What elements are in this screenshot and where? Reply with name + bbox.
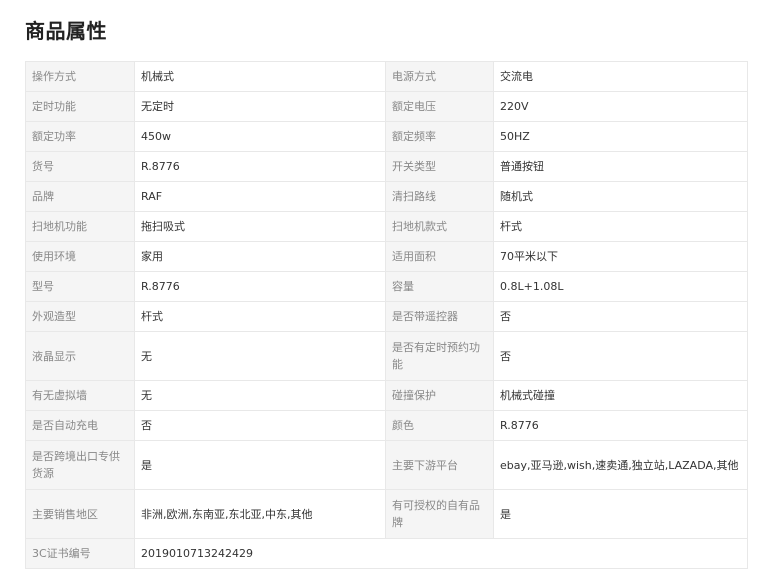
attr-value: 机械式碰撞 bbox=[493, 380, 748, 411]
table-row: 定时功能 无定时 额定电压 220V bbox=[25, 91, 748, 122]
attr-key: 容量 bbox=[385, 271, 494, 302]
attr-value: RAF bbox=[134, 181, 386, 212]
attr-value: R.8776 bbox=[134, 151, 386, 182]
attr-value: 否 bbox=[134, 410, 386, 441]
attr-value: 拖扫吸式 bbox=[134, 211, 386, 242]
table-row: 操作方式 机械式 电源方式 交流电 bbox=[25, 61, 748, 92]
attr-key: 适用面积 bbox=[385, 241, 494, 272]
attr-value: R.8776 bbox=[134, 271, 386, 302]
attr-value: 是 bbox=[134, 440, 386, 490]
attr-value: 杆式 bbox=[134, 301, 386, 332]
attr-key: 主要销售地区 bbox=[25, 489, 135, 539]
table-row: 液晶显示 无 是否有定时预约功能 否 bbox=[25, 331, 748, 381]
attr-key: 额定功率 bbox=[25, 121, 135, 152]
attr-value: 家用 bbox=[134, 241, 386, 272]
attr-key: 液晶显示 bbox=[25, 331, 135, 381]
table-row: 品牌 RAF 清扫路线 随机式 bbox=[25, 181, 748, 212]
attr-value: 随机式 bbox=[493, 181, 748, 212]
attributes-table: 操作方式 机械式 电源方式 交流电 定时功能 无定时 额定电压 220V 额定功… bbox=[25, 61, 748, 569]
attr-value: 普通按钮 bbox=[493, 151, 748, 182]
table-row: 是否自动充电 否 颜色 R.8776 bbox=[25, 410, 748, 441]
attr-key: 颜色 bbox=[385, 410, 494, 441]
attr-key: 使用环境 bbox=[25, 241, 135, 272]
attr-value: 0.8L+1.08L bbox=[493, 271, 748, 302]
attr-value: 否 bbox=[493, 301, 748, 332]
table-row: 额定功率 450w 额定频率 50HZ bbox=[25, 121, 748, 152]
attr-key: 碰撞保护 bbox=[385, 380, 494, 411]
attr-value: 50HZ bbox=[493, 121, 748, 152]
attr-key: 操作方式 bbox=[25, 61, 135, 92]
attr-value: 220V bbox=[493, 91, 748, 122]
attr-value: 无定时 bbox=[134, 91, 386, 122]
attr-key: 开关类型 bbox=[385, 151, 494, 182]
attr-value: 交流电 bbox=[493, 61, 748, 92]
table-row: 货号 R.8776 开关类型 普通按钮 bbox=[25, 151, 748, 182]
attr-key: 是否带遥控器 bbox=[385, 301, 494, 332]
table-row: 使用环境 家用 适用面积 70平米以下 bbox=[25, 241, 748, 272]
section-title: 商品属性 bbox=[25, 19, 107, 43]
attr-key: 定时功能 bbox=[25, 91, 135, 122]
attr-key: 型号 bbox=[25, 271, 135, 302]
attr-value: 非洲,欧洲,东南亚,东北亚,中东,其他 bbox=[134, 489, 386, 539]
attr-value: 70平米以下 bbox=[493, 241, 748, 272]
attr-key: 品牌 bbox=[25, 181, 135, 212]
attr-key: 额定频率 bbox=[385, 121, 494, 152]
attr-key: 外观造型 bbox=[25, 301, 135, 332]
attr-key: 是否有定时预约功能 bbox=[385, 331, 494, 381]
attr-value: 无 bbox=[134, 380, 386, 411]
attr-value: ebay,亚马逊,wish,速卖通,独立站,LAZADA,其他 bbox=[493, 440, 748, 490]
table-row: 型号 R.8776 容量 0.8L+1.08L bbox=[25, 271, 748, 302]
attr-key: 电源方式 bbox=[385, 61, 494, 92]
attr-value: 450w bbox=[134, 121, 386, 152]
table-row: 有无虚拟墙 无 碰撞保护 机械式碰撞 bbox=[25, 380, 748, 411]
attr-value: 是 bbox=[493, 489, 748, 539]
attr-key: 是否跨境出口专供货源 bbox=[25, 440, 135, 490]
attr-key: 有无虚拟墙 bbox=[25, 380, 135, 411]
attr-key: 扫地机款式 bbox=[385, 211, 494, 242]
table-row: 是否跨境出口专供货源 是 主要下游平台 ebay,亚马逊,wish,速卖通,独立… bbox=[25, 440, 748, 490]
attr-key: 扫地机功能 bbox=[25, 211, 135, 242]
table-row: 3C证书编号 2019010713242429 bbox=[25, 538, 748, 569]
attr-value: 否 bbox=[493, 331, 748, 381]
attr-value: 2019010713242429 bbox=[134, 538, 748, 569]
attr-key: 3C证书编号 bbox=[25, 538, 135, 569]
table-row: 主要销售地区 非洲,欧洲,东南亚,东北亚,中东,其他 有可授权的自有品牌 是 bbox=[25, 489, 748, 539]
attr-key: 主要下游平台 bbox=[385, 440, 494, 490]
attr-key: 有可授权的自有品牌 bbox=[385, 489, 494, 539]
attr-key: 额定电压 bbox=[385, 91, 494, 122]
table-row: 外观造型 杆式 是否带遥控器 否 bbox=[25, 301, 748, 332]
attr-value: R.8776 bbox=[493, 410, 748, 441]
attr-value: 无 bbox=[134, 331, 386, 381]
table-row: 扫地机功能 拖扫吸式 扫地机款式 杆式 bbox=[25, 211, 748, 242]
attr-key: 货号 bbox=[25, 151, 135, 182]
attr-key: 是否自动充电 bbox=[25, 410, 135, 441]
attr-key: 清扫路线 bbox=[385, 181, 494, 212]
attr-value: 杆式 bbox=[493, 211, 748, 242]
attr-value: 机械式 bbox=[134, 61, 386, 92]
